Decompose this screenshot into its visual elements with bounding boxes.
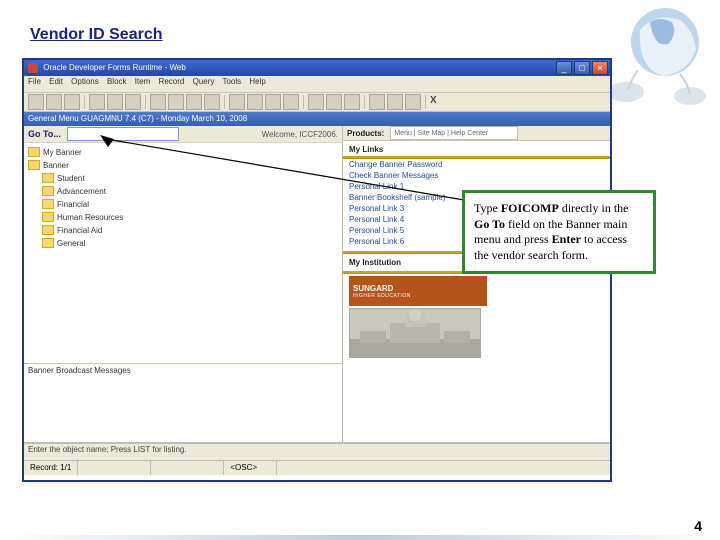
tree-node-financial[interactable]: Financial — [42, 198, 338, 210]
toolbar-button[interactable] — [64, 94, 80, 110]
institution-image — [349, 308, 481, 358]
toolbar-button[interactable] — [265, 94, 281, 110]
goto-label: Go To... — [28, 129, 61, 139]
maximize-button[interactable]: □ — [574, 61, 590, 75]
toolbar-separator — [425, 95, 426, 109]
sungard-logo: SUNGARD HIGHER EDUCATION — [349, 276, 487, 306]
link-change-password[interactable]: Change Banner Password — [343, 159, 610, 170]
tree-node-hr[interactable]: Human Resources — [42, 211, 338, 223]
toolbar-button[interactable] — [405, 94, 421, 110]
toolbar-close-x[interactable]: X — [430, 95, 444, 109]
products-row: Products: Menu | Site Map | Help Center — [343, 126, 610, 141]
menu-query[interactable]: Query — [193, 77, 215, 86]
toolbar-button[interactable] — [150, 94, 166, 110]
minimize-button[interactable]: _ — [556, 61, 572, 75]
tree-node-finaid[interactable]: Financial Aid — [42, 224, 338, 236]
status-cell — [78, 461, 151, 475]
goto-input[interactable] — [67, 127, 179, 141]
toolbar-button[interactable] — [168, 94, 184, 110]
context-bar: General Menu GUAGMNU 7.4 (C7) - Monday M… — [24, 112, 610, 126]
welcome-text: Welcome, ICCF2006. — [262, 130, 338, 139]
toolbar-button[interactable] — [204, 94, 220, 110]
toolbar-separator — [224, 95, 225, 109]
broadcast-header: Banner Broadcast Messages — [24, 363, 342, 380]
right-column: Products: Menu | Site Map | Help Center … — [343, 126, 610, 442]
folder-icon — [42, 173, 54, 183]
folder-icon — [28, 147, 40, 157]
products-label: Products: — [347, 129, 384, 138]
window-titlebar: Oracle Developer Forms Runtime - Web _ □… — [24, 60, 610, 76]
slide-title: Vendor ID Search — [30, 26, 163, 44]
toolbar-button[interactable] — [125, 94, 141, 110]
toolbar-separator — [303, 95, 304, 109]
toolbar-button[interactable] — [229, 94, 245, 110]
status-cell — [277, 461, 610, 475]
nav-tree: My Banner Banner Student Advancement Fin… — [24, 143, 342, 253]
broadcast-body — [24, 380, 342, 410]
toolbar-button[interactable] — [107, 94, 123, 110]
folder-icon — [42, 186, 54, 196]
menu-edit[interactable]: Edit — [49, 77, 63, 86]
menu-file[interactable]: File — [28, 77, 41, 86]
bottom-accent — [0, 535, 720, 540]
toolbar-button[interactable] — [46, 94, 62, 110]
status-cell: <OSC> — [224, 461, 277, 475]
close-button[interactable]: × — [592, 61, 608, 75]
app-icon — [28, 63, 38, 73]
toolbar-button[interactable] — [283, 94, 299, 110]
link-check-messages[interactable]: Check Banner Messages — [343, 170, 610, 181]
my-links-header: My Links — [343, 141, 610, 156]
menu-help[interactable]: Help — [249, 77, 265, 86]
record-indicator: Record: 1/1 — [24, 461, 78, 475]
menu-options[interactable]: Options — [71, 77, 99, 86]
folder-icon — [42, 212, 54, 222]
status-cell — [151, 461, 224, 475]
toolbar-separator — [364, 95, 365, 109]
toolbar-separator — [84, 95, 85, 109]
left-column: Go To... Welcome, ICCF2006. My Banner Ba… — [24, 126, 343, 442]
menu-tools[interactable]: Tools — [222, 77, 241, 86]
toolbar-button[interactable] — [247, 94, 263, 110]
tree-node-banner[interactable]: Banner — [28, 159, 338, 171]
toolbar-button[interactable] — [28, 94, 44, 110]
toolbar-button[interactable] — [326, 94, 342, 110]
window-title-text: Oracle Developer Forms Runtime - Web — [43, 63, 186, 72]
tree-node-advancement[interactable]: Advancement — [42, 185, 338, 197]
status-line-2: Record: 1/1 <OSC> — [24, 460, 610, 475]
toolbar: X — [24, 93, 610, 112]
toolbar-button[interactable] — [387, 94, 403, 110]
toolbar-button[interactable] — [89, 94, 105, 110]
menu-bar: File Edit Options Block Item Record Quer… — [24, 76, 610, 93]
tree-blank-area — [24, 253, 342, 363]
toolbar-button[interactable] — [344, 94, 360, 110]
toolbar-button[interactable] — [186, 94, 202, 110]
folder-icon — [42, 199, 54, 209]
toolbar-button[interactable] — [369, 94, 385, 110]
folder-icon — [42, 225, 54, 235]
status-line-1: Enter the object name; Press LIST for li… — [24, 443, 610, 460]
products-box[interactable]: Menu | Site Map | Help Center — [390, 126, 518, 140]
folder-icon — [42, 238, 54, 248]
instruction-callout: Type FOICOMP directly in the Go To field… — [462, 190, 656, 274]
goto-row: Go To... Welcome, ICCF2006. — [24, 126, 342, 143]
page-number: 4 — [694, 518, 702, 534]
tree-node-general[interactable]: General — [42, 237, 338, 249]
menu-block[interactable]: Block — [107, 77, 127, 86]
menu-item[interactable]: Item — [135, 77, 151, 86]
toolbar-button[interactable] — [308, 94, 324, 110]
main-area: Go To... Welcome, ICCF2006. My Banner Ba… — [24, 126, 610, 443]
toolbar-separator — [145, 95, 146, 109]
menu-record[interactable]: Record — [159, 77, 185, 86]
tree-node-mybanner[interactable]: My Banner — [28, 146, 338, 158]
tree-node-student[interactable]: Student — [42, 172, 338, 184]
folder-icon — [28, 160, 40, 170]
